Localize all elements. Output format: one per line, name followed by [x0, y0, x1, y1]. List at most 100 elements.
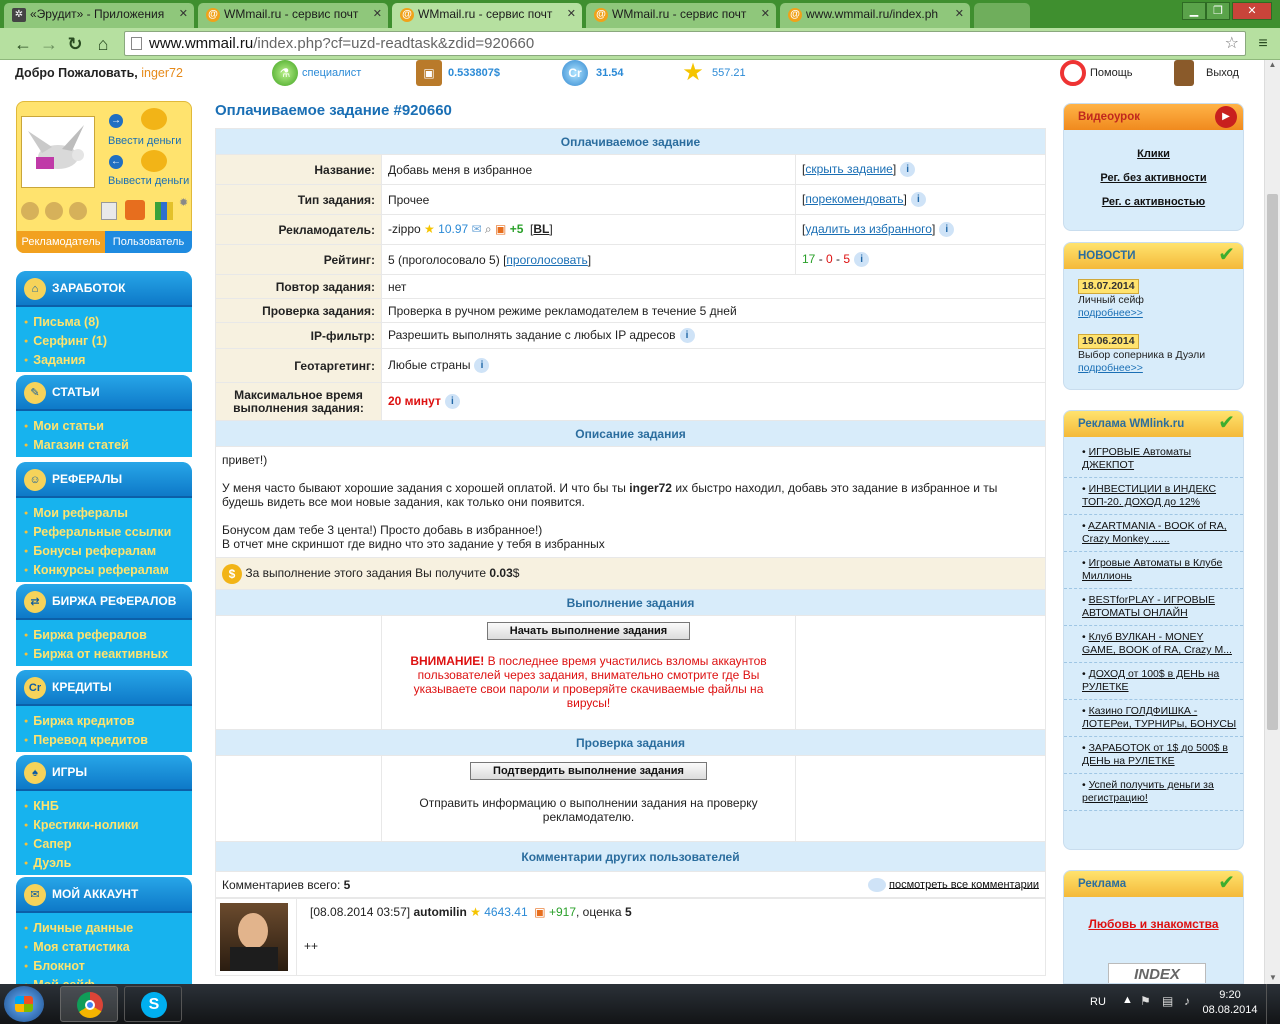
video-link-clicks[interactable]: Клики: [1064, 142, 1243, 166]
view-all-comments-link[interactable]: посмотреть все комментарии: [889, 878, 1039, 890]
browser-tab-3[interactable]: @ WMmail.ru - сервис почт ✕: [392, 3, 582, 28]
ad-item[interactable]: • ИГРОВЫЕ Автоматы ДЖЕКПОТ: [1064, 441, 1243, 478]
taskbar-chrome[interactable]: [60, 986, 118, 1022]
help-lifebuoy-icon[interactable]: [1060, 60, 1086, 86]
username[interactable]: inger72: [141, 66, 183, 80]
info-icon[interactable]: i: [900, 162, 916, 178]
ad-item[interactable]: • Казино ГОЛДФИШКА - ЛОТЕРеи, ТУРНИРы, Б…: [1064, 700, 1243, 737]
sidebar-item[interactable]: Дуэль: [24, 854, 192, 873]
chest-icon[interactable]: [125, 200, 145, 220]
ad-item[interactable]: • AZARTMANIA - BOOK of RA, Crazy Monkey …: [1064, 515, 1243, 552]
confirm-task-button[interactable]: Подтвердить выполнение задания: [470, 762, 707, 780]
start-task-button[interactable]: Начать выполнение задания: [486, 622, 691, 640]
info-icon[interactable]: i: [939, 222, 955, 238]
ad-link[interactable]: Игровые Автоматы в Клубе Миллионь: [1082, 557, 1222, 582]
ad2-link[interactable]: Любовь и знакомства: [1088, 917, 1218, 931]
window-close-icon[interactable]: ✕: [1232, 2, 1272, 20]
sidebar-item[interactable]: Бонусы рефералам: [24, 542, 192, 561]
blacklist-link[interactable]: BL: [533, 222, 549, 236]
browser-tab-1[interactable]: ✲ «Эрудит» - Приложения ✕: [4, 3, 194, 28]
deposit-link[interactable]: Ввести деньги: [108, 135, 181, 147]
sidebar-item[interactable]: Задания: [24, 351, 192, 370]
taskbar-skype[interactable]: S: [124, 986, 182, 1022]
sidebar-item[interactable]: Мой сейф: [24, 976, 192, 984]
volume-icon[interactable]: ♪: [1184, 994, 1190, 1008]
help-link[interactable]: Помощь: [1090, 66, 1133, 80]
view-all-comments[interactable]: посмотреть все комментарии: [867, 877, 1039, 892]
ad-item[interactable]: • Клуб ВУЛКАН - MONEY GAME, BOOK of RA, …: [1064, 626, 1243, 663]
news-more-link[interactable]: подробнее>>: [1078, 362, 1143, 374]
maximize-icon[interactable]: ❐: [1206, 2, 1230, 20]
avatar[interactable]: [21, 116, 95, 188]
reload-icon[interactable]: ↻: [64, 33, 86, 55]
ad-link[interactable]: Казино ГОЛДФИШКА - ЛОТЕРеи, ТУРНИРы, БОН…: [1082, 705, 1236, 730]
info-icon[interactable]: i: [474, 358, 490, 374]
info-icon[interactable]: i: [679, 328, 695, 344]
ad-link[interactable]: ЗАРАБОТОК от 1$ до 500$ в ДЕНЬ на РУЛЕТК…: [1082, 742, 1228, 767]
sidebar-header[interactable]: ♠ ИГРЫ: [16, 755, 192, 791]
sidebar-item[interactable]: Биржа рефералов: [24, 626, 192, 645]
close-icon[interactable]: ✕: [179, 3, 188, 26]
sidebar-item[interactable]: Конкурсы рефералам: [24, 561, 192, 580]
minimize-icon[interactable]: ▁: [1182, 2, 1206, 20]
ad-item[interactable]: • BESTforPLAY - ИГРОВЫЕ АВТОМАТЫ ОНЛАЙН: [1064, 589, 1243, 626]
sidebar-item[interactable]: Биржа от неактивных: [24, 645, 192, 664]
ad-item[interactable]: • ДОХОД от 100$ в ДЕНЬ на РУЛЕТКЕ: [1064, 663, 1243, 700]
close-icon[interactable]: ✕: [761, 3, 770, 26]
browser-tab-4[interactable]: @ WMmail.ru - сервис почт ✕: [586, 3, 776, 28]
comment-avatar[interactable]: [220, 903, 288, 971]
sidebar-item[interactable]: Моя статистика: [24, 938, 192, 957]
remove-favorite-link[interactable]: удалить из избранного: [805, 222, 932, 236]
home-icon[interactable]: ⌂: [92, 33, 114, 55]
network-icon[interactable]: ▤: [1162, 994, 1173, 1008]
index-banner[interactable]: INDEX: [1108, 963, 1206, 983]
flag-icon[interactable]: ⚑: [1140, 994, 1151, 1008]
sidebar-item[interactable]: Блокнот: [24, 957, 192, 976]
ad-link[interactable]: Успей получить деньги за регистрацию!: [1082, 779, 1214, 804]
info-icon[interactable]: i: [854, 252, 870, 268]
ad-link[interactable]: ИНВЕСТИЦИИ в ИНДЕКС ТОП-20. ДОХОД до 12%: [1082, 483, 1216, 508]
video-link-reg-no-activity[interactable]: Рег. без активности: [1064, 166, 1243, 190]
ad-link[interactable]: BESTforPLAY - ИГРОВЫЕ АВТОМАТЫ ОНЛАЙН: [1082, 594, 1215, 619]
close-icon[interactable]: ✕: [955, 3, 964, 26]
sidebar-header[interactable]: ✎ СТАТЬИ: [16, 375, 192, 411]
advertiser-name[interactable]: -zippo: [388, 222, 421, 236]
menu-icon[interactable]: ≡: [1252, 33, 1274, 55]
scroll-up-icon[interactable]: ▲: [1265, 60, 1280, 69]
sidebar-item[interactable]: Реферальные ссылки: [24, 523, 192, 542]
tab-user[interactable]: Пользователь: [105, 231, 192, 253]
sidebar-item[interactable]: Биржа кредитов: [24, 712, 192, 731]
sidebar-item[interactable]: Мои рефералы: [24, 504, 192, 523]
info-icon[interactable]: i: [444, 394, 460, 410]
browser-tab-2[interactable]: @ WMmail.ru - сервис почт ✕: [198, 3, 388, 28]
gear-icon[interactable]: ✹: [179, 196, 188, 209]
sidebar-item[interactable]: Личные данные: [24, 919, 192, 938]
sidebar-header[interactable]: ☺ РЕФЕРАЛЫ: [16, 462, 192, 498]
close-icon[interactable]: ✕: [567, 3, 576, 26]
ad-link[interactable]: AZARTMANIA - BOOK of RA, Crazy Monkey ..…: [1082, 520, 1227, 545]
address-bar[interactable]: www.wmmail.ru/index.php?cf=uzd-readtask&…: [124, 31, 1246, 56]
sidebar-header[interactable]: ⇄ БИРЖА РЕФЕРАЛОВ: [16, 584, 192, 620]
notepad-icon[interactable]: [101, 202, 117, 220]
vote-link[interactable]: проголосовать: [506, 253, 587, 267]
search-icon[interactable]: ⌕: [485, 222, 492, 236]
tab-advertiser[interactable]: Рекламодатель: [17, 231, 105, 253]
bookmark-star-icon[interactable]: ☆: [1225, 32, 1239, 55]
ad-item[interactable]: • ИНВЕСТИЦИИ в ИНДЕКС ТОП-20. ДОХОД до 1…: [1064, 478, 1243, 515]
new-tab-button[interactable]: [974, 3, 1030, 28]
sidebar-item[interactable]: КНБ: [24, 797, 192, 816]
ad-item[interactable]: • Игровые Автоматы в Клубе Миллионь: [1064, 552, 1243, 589]
logout-door-icon[interactable]: [1174, 60, 1194, 86]
sidebar-item[interactable]: Серфинг (1): [24, 332, 192, 351]
clock[interactable]: 9:20 08.08.2014: [1200, 988, 1260, 1018]
recommend-link[interactable]: порекомендовать: [805, 192, 903, 206]
browser-tab-5[interactable]: @ www.wmmail.ru/index.ph ✕: [780, 3, 970, 28]
sidebar-item[interactable]: Крестики-нолики: [24, 816, 192, 835]
comment-author[interactable]: automilin: [413, 905, 466, 919]
scroll-down-icon[interactable]: ▼: [1265, 973, 1280, 982]
ad-item[interactable]: • ЗАРАБОТОК от 1$ до 500$ в ДЕНЬ на РУЛЕ…: [1064, 737, 1243, 774]
news-more-link[interactable]: подробнее>>: [1078, 307, 1143, 319]
sidebar-header[interactable]: Cr КРЕДИТЫ: [16, 670, 192, 706]
scroll-thumb[interactable]: [1267, 194, 1278, 730]
withdraw-link[interactable]: Вывести деньги: [108, 175, 189, 187]
